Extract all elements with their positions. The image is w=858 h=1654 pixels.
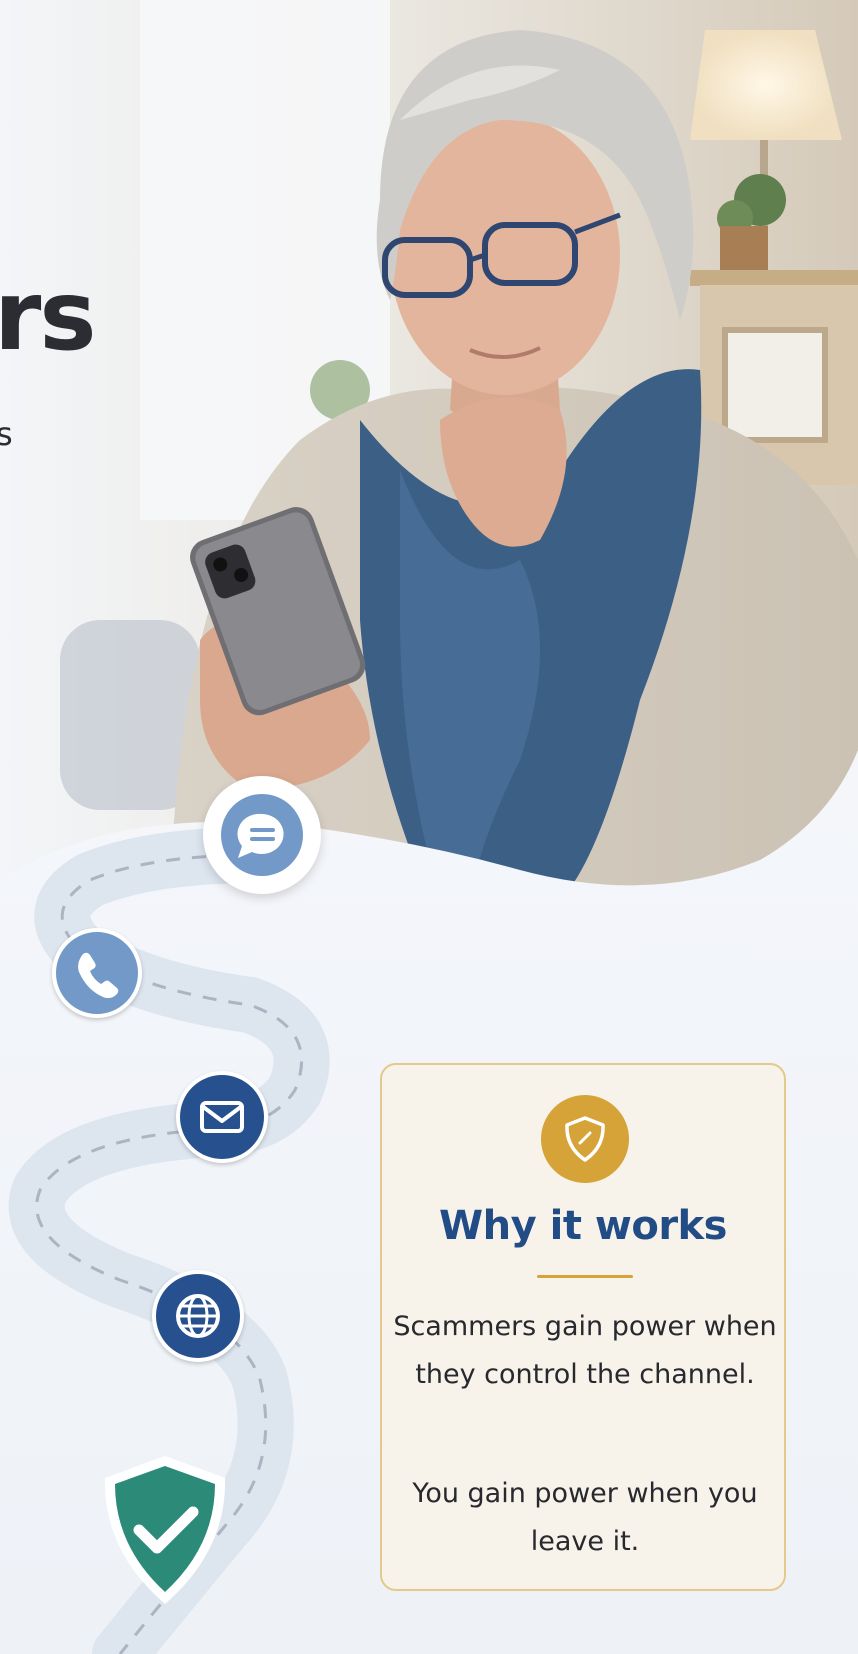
phone-icon xyxy=(78,952,119,999)
chat-bubble-icon xyxy=(237,813,284,858)
shield-badge xyxy=(541,1095,629,1183)
title-underline xyxy=(537,1275,633,1278)
shield-icon xyxy=(565,1116,605,1162)
phone-node xyxy=(52,928,142,1018)
why-it-works-card: Why it works Scammers gain power when th… xyxy=(380,1063,786,1591)
chat-node xyxy=(203,776,321,894)
infographic: rs s Why it works Scammers gain power wh… xyxy=(0,0,858,1654)
card-text-1: Scammers gain power when they control th… xyxy=(393,1311,777,1390)
globe-node xyxy=(152,1270,244,1362)
mail-node xyxy=(176,1071,268,1163)
shield-check-icon xyxy=(104,1456,226,1604)
subline-fragment: s xyxy=(0,415,13,453)
card-text-2: You gain power when you leave it. xyxy=(412,1478,758,1557)
globe-icon xyxy=(176,1294,220,1338)
headline-fragment: rs xyxy=(0,260,96,372)
card-title: Why it works xyxy=(439,1203,727,1249)
mail-icon xyxy=(200,1101,244,1133)
